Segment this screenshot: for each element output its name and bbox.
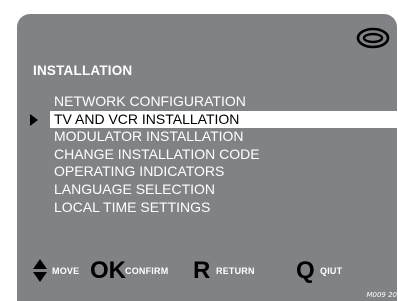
up-down-arrows-icon — [33, 259, 47, 282]
menu-item-label: LANGUAGE SELECTION — [54, 180, 216, 197]
tv-menu-screen: INSTALLATION NETWORK CONFIGURATION TV AN… — [17, 14, 397, 301]
menu-item-operating-indicators[interactable]: OPERATING INDICATORS — [17, 163, 397, 181]
ok-key-icon: OK — [90, 257, 126, 284]
legend-return: R RETURN — [193, 259, 293, 283]
menu-item-label: TV AND VCR INSTALLATION — [54, 110, 240, 127]
menu-item-tv-and-vcr-installation[interactable]: TV AND VCR INSTALLATION — [17, 110, 397, 129]
menu-item-label: LOCAL TIME SETTINGS — [54, 198, 211, 215]
q-key-icon: Q — [296, 257, 315, 284]
legend-return-label: RETURN — [216, 266, 255, 276]
menu-item-local-time-settings[interactable]: LOCAL TIME SETTINGS — [17, 199, 397, 217]
legend-confirm: OK CONFIRM — [90, 259, 210, 283]
menu-item-modulator-installation[interactable]: MODULATOR INSTALLATION — [17, 128, 397, 146]
menu-item-label: NETWORK CONFIGURATION — [54, 93, 246, 109]
triangle-right-icon — [30, 113, 38, 126]
installation-menu: NETWORK CONFIGURATION TV AND VCR INSTALL… — [17, 93, 397, 216]
menu-item-network-configuration[interactable]: NETWORK CONFIGURATION — [17, 93, 397, 111]
key-legend: MOVE OK CONFIRM R RETURN Q QIUT — [17, 259, 397, 283]
menu-item-change-installation-code[interactable]: CHANGE INSTALLATION CODE — [17, 146, 397, 164]
menu-item-label: OPERATING INDICATORS — [54, 163, 225, 180]
legend-quit-label: QIUT — [320, 266, 343, 276]
menu-item-label: CHANGE INSTALLATION CODE — [54, 145, 260, 162]
menu-item-language-selection[interactable]: LANGUAGE SELECTION — [17, 181, 397, 199]
legend-confirm-label: CONFIRM — [125, 266, 169, 276]
r-key-icon: R — [193, 257, 211, 284]
menu-item-label: MODULATOR INSTALLATION — [54, 128, 244, 145]
legend-move-label: MOVE — [52, 266, 80, 276]
legend-quit: Q QIUT — [296, 259, 386, 283]
oval-logo-icon — [356, 27, 390, 49]
page-title: INSTALLATION — [33, 63, 133, 78]
figure-code: M009 20 — [366, 291, 397, 299]
